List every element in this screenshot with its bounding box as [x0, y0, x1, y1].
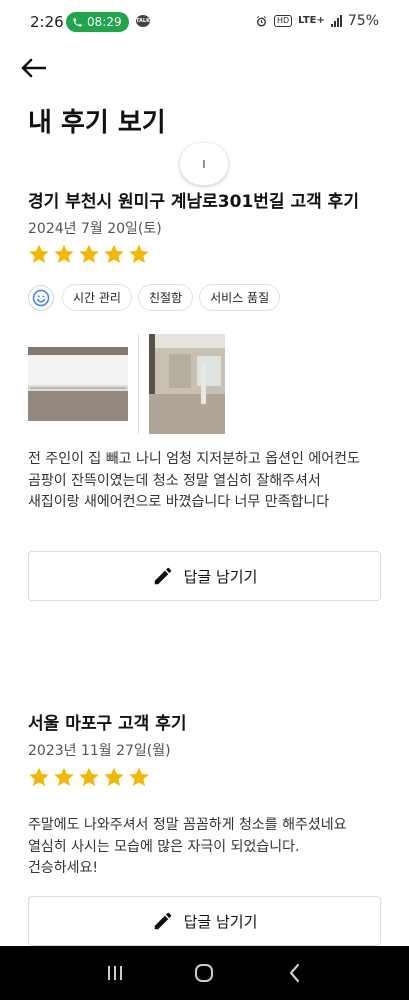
star-icon — [54, 767, 74, 786]
ongoing-call-pill[interactable]: 08:29 — [66, 12, 129, 32]
pencil-icon — [154, 567, 171, 585]
review-title: 경기 부천시 원미구 계남로301번길 고객 후기 — [28, 192, 359, 212]
refresh-spinner: ı — [180, 143, 228, 185]
pencil-icon — [154, 912, 171, 930]
phone-icon — [73, 17, 82, 27]
review-photos — [28, 334, 225, 434]
star-icon — [129, 767, 149, 786]
page-title: 내 후기 보기 — [28, 108, 166, 138]
star-icon — [29, 244, 49, 263]
battery-level: 75% — [347, 13, 379, 29]
arrow-left-icon — [21, 58, 46, 78]
review-tags: 시간 관리 친절함 서비스 품질 — [28, 284, 281, 311]
system-nav-bar — [0, 946, 409, 1000]
hd-voice-icon: HD — [273, 15, 293, 27]
review-text: 전 주인이 집 빼고 나니 엄청 지저분하고 옵션인 에어컨도 곰팡이 잔뜩이였… — [28, 449, 388, 514]
smile-face-icon — [32, 289, 50, 306]
review-text: 주말에도 나와주셔서 정말 꼼꼼하게 청소를 해주셨네요 열심히 사시는 모습에… — [28, 815, 388, 880]
review-date: 2023년 11월 27일(월) — [28, 743, 171, 759]
talk-notification-icon: TALK — [136, 15, 150, 27]
reply-button[interactable]: 답글 남기기 — [28, 551, 381, 601]
review-text-line: 전 주인이 집 빼고 나니 엄청 지저분하고 옵션인 에어컨도 — [28, 451, 360, 467]
review-photo-room[interactable] — [149, 334, 225, 434]
star-icon — [129, 244, 149, 263]
tag-chip: 시간 관리 — [62, 284, 132, 311]
home-icon — [195, 964, 214, 982]
star-icon — [104, 767, 124, 786]
star-icon — [54, 244, 74, 263]
status-indicators: HD LTE+ 75% — [255, 13, 379, 29]
star-icon — [29, 767, 49, 786]
network-type: LTE+ — [298, 15, 325, 26]
tag-chip: 서비스 품질 — [199, 284, 281, 311]
review-date: 2024년 7월 20일(토) — [28, 221, 162, 237]
room-image — [149, 334, 225, 434]
star-rating — [28, 243, 150, 265]
tag-chip: 친절함 — [137, 284, 194, 311]
status-time: 2:26 — [30, 13, 64, 31]
alarm-icon — [256, 15, 267, 27]
signal-icon — [330, 15, 342, 27]
chevron-left-icon — [290, 963, 300, 983]
review-title: 서울 마포구 고객 후기 — [28, 714, 187, 734]
spinner-glyph: ı — [202, 156, 206, 172]
home-button[interactable] — [189, 958, 219, 988]
review-text-line: 새집이랑 새에어컨으로 바꼈습니다 너무 만족합니다 — [28, 494, 330, 510]
review-photo-air-conditioner[interactable] — [28, 347, 128, 421]
review-text-line: 곰팡이 잔뜩이였는데 청소 정말 열심히 잘해주셔서 — [28, 472, 321, 489]
recent-apps-icon — [107, 966, 122, 980]
review-text-line: 주말에도 나와주셔서 정말 꼼꼼하게 청소를 해주셨네요 — [28, 817, 347, 833]
reply-button[interactable]: 답글 남기기 — [28, 896, 381, 946]
status-bar: 2:26 08:29 TALK HD LTE+ 75% — [0, 0, 409, 44]
reply-button-label: 답글 남기기 — [183, 912, 258, 931]
review-text-line: 열심히 사시는 모습에 많은 자극이 되었습니다. — [28, 838, 300, 855]
air-conditioner-image — [28, 347, 128, 421]
star-rating — [28, 766, 150, 788]
star-icon — [104, 244, 124, 263]
review-text-line: 건승하세요! — [28, 860, 99, 876]
smile-icon — [28, 284, 54, 311]
call-timer: 08:29 — [87, 15, 122, 29]
back-button[interactable] — [16, 54, 50, 82]
reply-button-label: 답글 남기기 — [183, 567, 258, 586]
back-nav-button[interactable] — [279, 958, 309, 988]
recent-apps-button[interactable] — [100, 958, 130, 988]
star-icon — [79, 244, 99, 263]
star-icon — [79, 767, 99, 786]
photo-divider — [138, 334, 139, 434]
